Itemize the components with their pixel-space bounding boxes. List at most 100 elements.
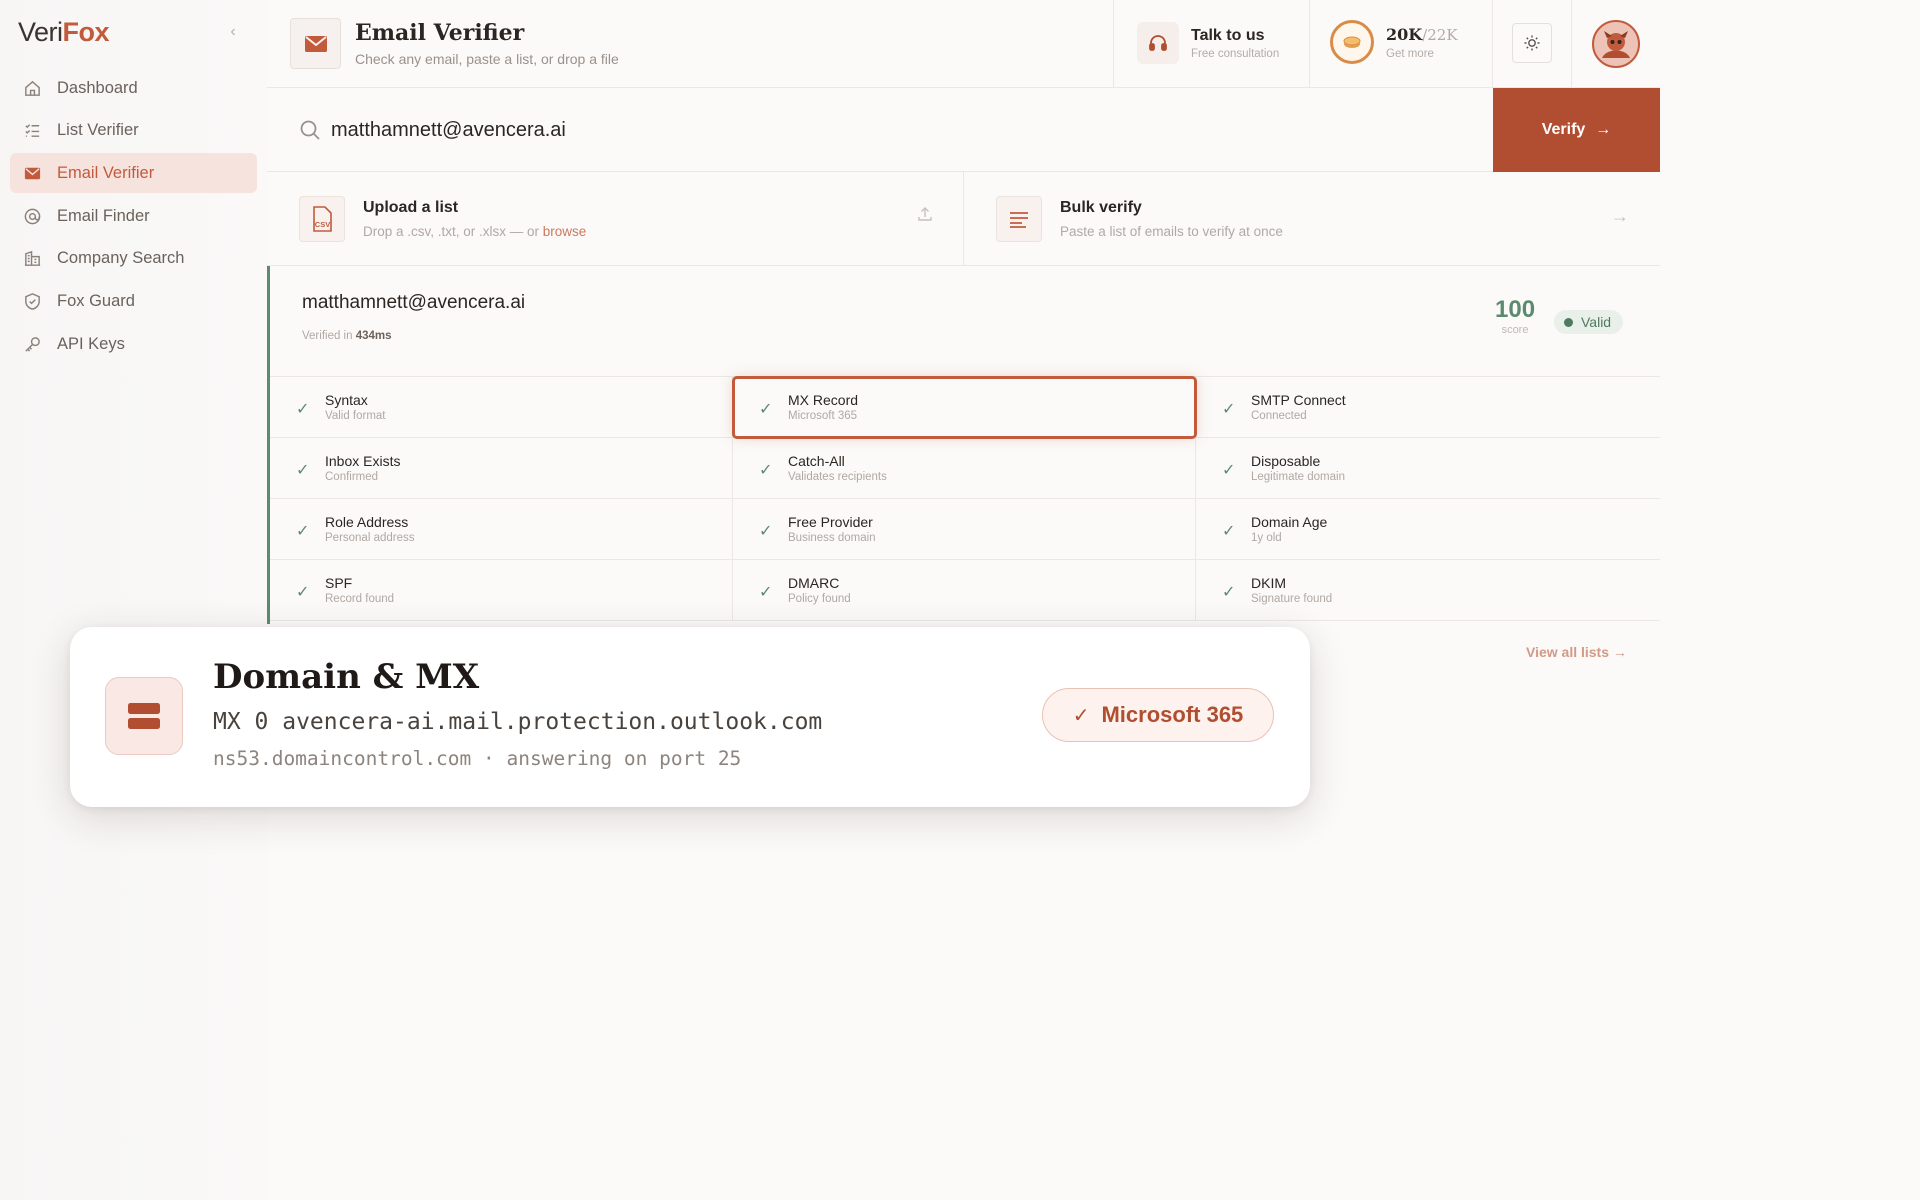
header-divider: [1113, 0, 1114, 88]
check-icon: ✓: [296, 462, 310, 479]
collapse-sidebar-icon[interactable]: ‹: [226, 22, 240, 42]
check-domain-age: ✓ Domain Age 1y old: [1196, 499, 1660, 560]
check-detail: Business domain: [788, 532, 876, 544]
search-icon: [300, 120, 320, 140]
talk-title: Talk to us: [1191, 26, 1265, 44]
bulk-verify-card[interactable]: Bulk verify Paste a list of emails to ve…: [963, 172, 1659, 266]
bulk-title: Bulk verify: [1060, 199, 1142, 216]
page-header: Email Verifier Check any email, paste a …: [267, 0, 1660, 88]
upload-hint: Drop a .csv, .txt, or .xlsx — or: [363, 224, 543, 239]
avatar[interactable]: [1592, 20, 1640, 68]
check-disposable: ✓ Disposable Legitimate domain: [1196, 438, 1660, 499]
sidebar-item-label: API Keys: [57, 334, 125, 353]
arrow-right-icon: →: [1595, 121, 1612, 138]
app-logo[interactable]: VeriFox: [18, 17, 110, 48]
verification-time: Verified in 434ms: [302, 330, 392, 342]
mx-record-line: MX 0 avencera-ai.mail.protection.outlook…: [213, 709, 823, 735]
sidebar-item-label: Company Search: [57, 249, 185, 268]
upload-icon[interactable]: [917, 206, 933, 227]
email-input[interactable]: [331, 110, 1331, 150]
arrow-right-icon: →: [1612, 644, 1627, 660]
sidebar-item-label: Email Finder: [57, 206, 150, 225]
view-all-lists-link[interactable]: View all lists →: [1526, 644, 1627, 660]
check-inbox-exists: ✓ Inbox Exists Confirmed: [270, 438, 733, 499]
provider-label: Microsoft 365: [1101, 702, 1244, 727]
check-dmarc: ✓ DMARC Policy found: [733, 560, 1196, 621]
home-icon: [25, 80, 40, 96]
sidebar: VeriFox ‹ Dashboard List Verifier Email …: [0, 0, 267, 1200]
csv-file-icon: CSV: [299, 196, 345, 242]
view-all-label: View all lists: [1526, 644, 1610, 660]
shield-check-icon: [25, 293, 40, 310]
check-icon: ✓: [759, 401, 773, 418]
checks-grid: ✓ Syntax Valid format ✓ MX Record Microsoft …: [270, 376, 1660, 621]
list-icon: [25, 124, 40, 138]
verification-result: matthamnett@avencera.ai Verified in 434m…: [267, 266, 1660, 624]
provider-badge: ✓ Microsoft 365: [1042, 688, 1274, 742]
building-icon: [24, 251, 41, 267]
verification-time-value: 434ms: [355, 330, 392, 342]
check-title: Free Provider: [788, 514, 873, 530]
sidebar-item-list-verifier[interactable]: List Verifier: [10, 111, 257, 151]
talk-subtitle: Free consultation: [1191, 47, 1280, 60]
check-detail: Microsoft 365: [788, 410, 858, 422]
mail-icon: [24, 167, 41, 180]
upload-title: Upload a list: [363, 199, 459, 216]
sidebar-item-api-keys[interactable]: API Keys: [10, 324, 257, 364]
check-detail: Validates recipients: [788, 471, 887, 483]
sidebar-item-email-finder[interactable]: Email Finder: [10, 196, 257, 236]
check-title: SMTP Connect: [1251, 392, 1346, 408]
header-divider: [1309, 0, 1310, 88]
header-divider: [1492, 0, 1493, 88]
bulk-subtitle: Paste a list of emails to verify at once: [1060, 224, 1283, 239]
sidebar-item-company-search[interactable]: Company Search: [10, 239, 257, 279]
check-role-address: ✓ Role Address Personal address: [270, 499, 733, 560]
headset-icon: [1137, 22, 1179, 64]
check-mx-record[interactable]: ✓ MX Record Microsoft 365: [732, 376, 1197, 439]
check-title: DKIM: [1251, 575, 1286, 591]
upload-subtitle: Drop a .csv, .txt, or .xlsx — or browse: [363, 224, 586, 239]
check-title: DMARC: [788, 575, 840, 591]
check-icon: ✓: [296, 584, 310, 601]
check-detail: Legitimate domain: [1251, 471, 1345, 483]
check-icon: ✓: [1222, 523, 1236, 540]
domain-mx-popup: Domain & MX MX 0 avencera-ai.mail.protec…: [70, 627, 1310, 807]
sun-icon: [1524, 35, 1540, 51]
check-icon: ✓: [296, 401, 310, 418]
at-search-icon: [24, 208, 41, 224]
sidebar-item-email-verifier[interactable]: Email Verifier: [10, 153, 257, 194]
theme-toggle-button[interactable]: [1512, 23, 1552, 63]
check-title: Inbox Exists: [325, 453, 401, 469]
key-icon: [25, 336, 40, 352]
nameserver-line: ns53.domaincontrol.com · answering on po…: [213, 747, 742, 770]
server-icon: [105, 677, 183, 755]
coin-icon: [1330, 20, 1374, 64]
popup-title: Domain & MX: [213, 657, 480, 697]
credits-max: /22K: [1422, 25, 1458, 44]
check-detail: 1y old: [1251, 532, 1282, 544]
check-detail: Valid format: [325, 410, 386, 422]
check-icon: ✓: [1222, 584, 1236, 601]
sidebar-item-label: Dashboard: [57, 78, 138, 97]
page-subtitle: Check any email, paste a list, or drop a…: [355, 51, 619, 67]
check-title: MX Record: [788, 392, 859, 408]
check-spf: ✓ SPF Record found: [270, 560, 733, 621]
sidebar-item-fox-guard[interactable]: Fox Guard: [10, 281, 257, 321]
arrow-right-icon[interactable]: →: [1611, 206, 1629, 227]
svg-text:CSV: CSV: [315, 220, 330, 229]
sidebar-item-dashboard[interactable]: Dashboard: [10, 68, 257, 108]
verify-button[interactable]: Verify →: [1493, 88, 1660, 172]
check-smtp-connect: ✓ SMTP Connect Connected: [1196, 377, 1660, 438]
score-label: score: [1501, 324, 1529, 336]
get-more-link[interactable]: Get more: [1386, 48, 1458, 60]
input-options: CSV Upload a list Drop a .csv, .txt, or …: [267, 172, 1660, 266]
verify-button-label: Verify: [1541, 121, 1586, 138]
talk-to-us-button[interactable]: Talk to us Free consultation: [1137, 22, 1279, 64]
text-lines-icon: [996, 196, 1042, 242]
credits-widget[interactable]: 20K/22K Get more: [1330, 20, 1458, 64]
upload-list-card[interactable]: CSV Upload a list Drop a .csv, .txt, or …: [267, 172, 963, 266]
status-badge: Valid: [1554, 310, 1624, 334]
browse-link[interactable]: browse: [543, 224, 587, 239]
logo-text-veri: Veri: [18, 17, 63, 47]
check-title: Disposable: [1251, 453, 1321, 469]
